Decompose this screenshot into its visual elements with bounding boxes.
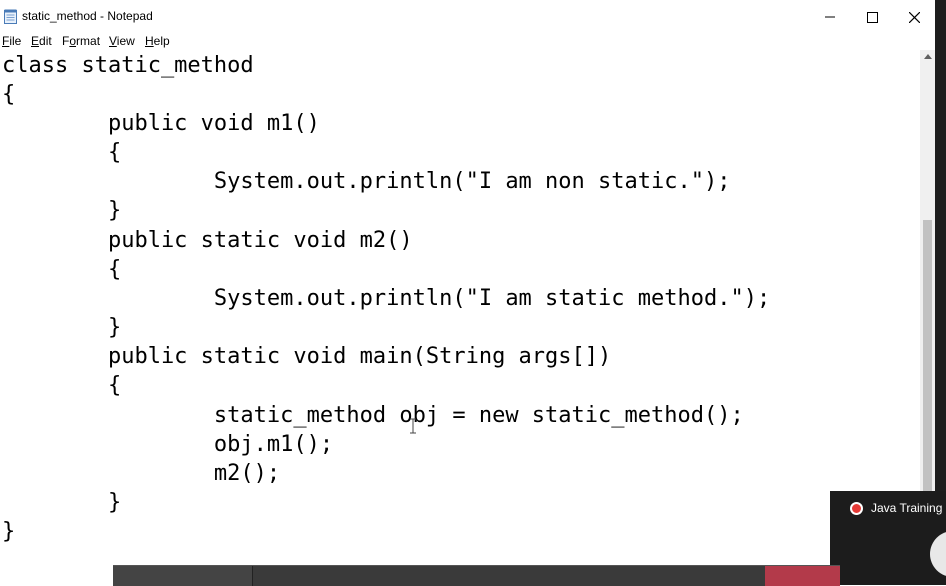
menu-edit[interactable]: Edit (31, 34, 52, 48)
menu-format[interactable]: Format (62, 34, 100, 48)
recording-icon (850, 502, 863, 515)
maximize-button[interactable] (850, 0, 894, 34)
code-line: m2(); (2, 461, 281, 486)
code-line: class static_method (2, 53, 254, 78)
menu-view[interactable]: View (109, 34, 135, 48)
code-line: System.out.println("I am static method."… (2, 286, 771, 311)
recording-overlay: Java Training (830, 491, 946, 585)
code-line: } (2, 519, 16, 544)
taskbar (113, 565, 840, 586)
notepad-icon (4, 9, 17, 24)
minimize-icon (825, 16, 835, 18)
code-line: { (2, 140, 122, 165)
menu-file[interactable]: File (2, 34, 21, 48)
close-icon (908, 11, 920, 23)
taskbar-divider (252, 566, 253, 586)
taskbar-item-active[interactable] (765, 566, 840, 586)
minimize-button[interactable] (808, 0, 852, 34)
overlay-label: Java Training (871, 501, 943, 515)
window-title: static_method - Notepad (22, 9, 153, 23)
menu-bar: File Edit Format View Help (0, 34, 935, 50)
text-cursor-icon (410, 418, 416, 434)
close-button[interactable] (892, 0, 936, 34)
code-line: obj.m1(); (2, 432, 334, 457)
code-line: public static void m2() (2, 228, 413, 253)
code-line: } (2, 198, 122, 223)
code-line: } (2, 315, 122, 340)
title-bar: static_method - Notepad (0, 0, 935, 35)
avatar (930, 531, 946, 577)
code-line: } (2, 490, 122, 515)
scroll-up-icon[interactable] (924, 54, 932, 59)
code-line: public static void main(String args[]) (2, 344, 612, 369)
text-editor[interactable]: class static_method { public void m1() {… (0, 50, 920, 585)
maximize-icon (866, 11, 878, 23)
code-line: { (2, 373, 122, 398)
code-line: System.out.println("I am non static."); (2, 169, 731, 194)
taskbar-item[interactable] (113, 566, 252, 586)
code-line: { (2, 82, 16, 107)
menu-help[interactable]: Help (145, 34, 170, 48)
code-line: public void m1() (2, 111, 320, 136)
code-line: { (2, 257, 122, 282)
code-line: static_method obj = new static_method(); (2, 403, 744, 428)
